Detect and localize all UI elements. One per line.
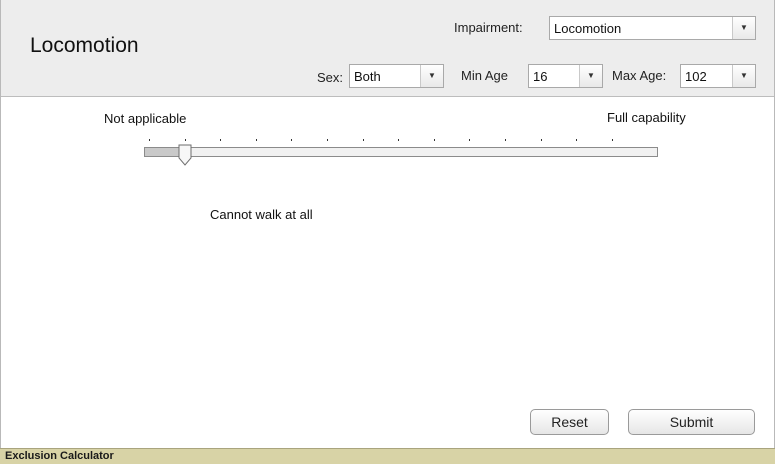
slider-tick <box>185 139 186 141</box>
capability-slider[interactable] <box>144 147 658 157</box>
slider-tick <box>612 139 613 141</box>
slider-thumb[interactable] <box>178 144 192 166</box>
max-age-select[interactable]: 102 ▼ <box>680 64 756 88</box>
min-age-label: Min Age <box>461 68 508 83</box>
page-title: Locomotion <box>30 34 139 57</box>
slider-tick <box>363 139 364 141</box>
slider-tick <box>505 139 506 141</box>
status-bar-text: Exclusion Calculator <box>5 450 114 462</box>
status-bar: Exclusion Calculator <box>0 448 775 464</box>
level-description: Cannot walk at all <box>210 207 313 222</box>
sex-select[interactable]: Both ▼ <box>349 64 444 88</box>
chevron-down-icon[interactable]: ▼ <box>579 65 602 87</box>
slider-tick <box>256 139 257 141</box>
chevron-down-icon[interactable]: ▼ <box>732 65 755 87</box>
slider-tick <box>398 139 399 141</box>
sex-label: Sex: <box>317 70 344 85</box>
slider-tick <box>291 139 292 141</box>
scale-right-label: Full capability <box>607 110 686 125</box>
slider-tick <box>327 139 328 141</box>
impairment-select-value: Locomotion <box>554 21 622 36</box>
slider-tick <box>541 139 542 141</box>
max-age-label: Max Age: <box>612 68 667 83</box>
header-panel: Locomotion Impairment: Locomotion ▼ Sex:… <box>1 0 774 97</box>
min-age-select[interactable]: 16 ▼ <box>528 64 603 88</box>
slider-tick <box>469 139 470 141</box>
slider-tick <box>576 139 577 141</box>
impairment-select[interactable]: Locomotion ▼ <box>549 16 756 40</box>
max-age-select-value: 102 <box>685 69 707 84</box>
sex-select-value: Both <box>354 69 381 84</box>
min-age-select-value: 16 <box>533 69 548 84</box>
slider-tick <box>434 139 435 141</box>
reset-button[interactable]: Reset <box>530 409 609 435</box>
chevron-down-icon[interactable]: ▼ <box>420 65 443 87</box>
slider-tick <box>220 139 221 141</box>
chevron-down-icon[interactable]: ▼ <box>732 17 755 39</box>
impairment-label: Impairment: <box>454 20 523 35</box>
main-window: Locomotion Impairment: Locomotion ▼ Sex:… <box>0 0 775 448</box>
slider-tick <box>149 139 150 141</box>
submit-button[interactable]: Submit <box>628 409 755 435</box>
scale-left-label: Not applicable <box>104 111 187 126</box>
